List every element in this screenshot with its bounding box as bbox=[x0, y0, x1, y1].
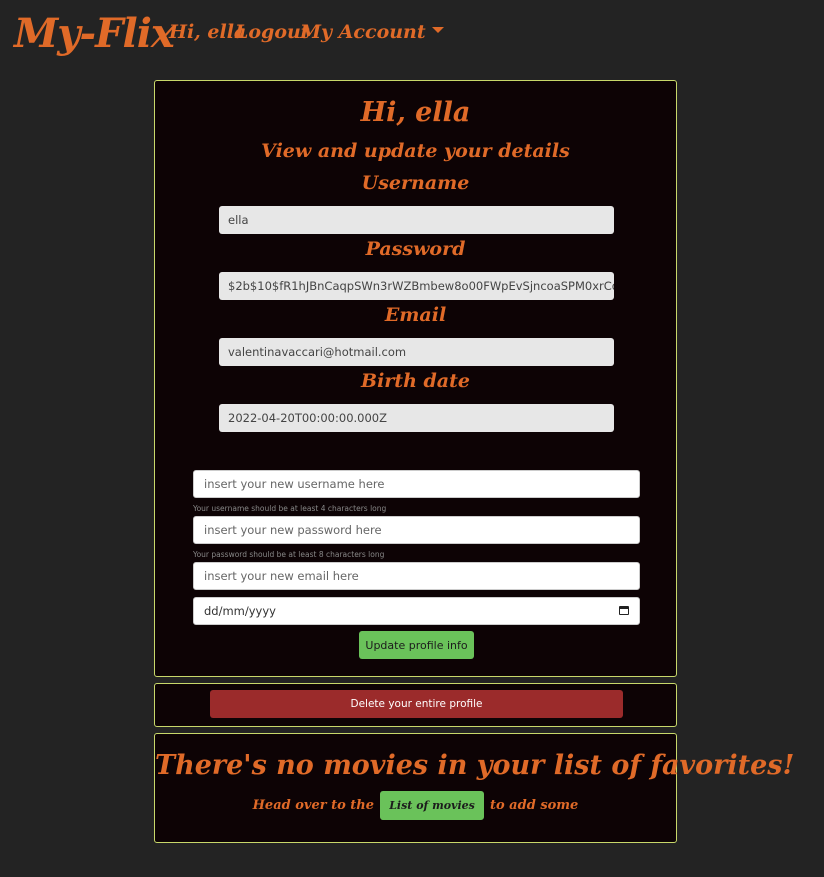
email-value: valentinavaccari@hotmail.com bbox=[219, 338, 614, 366]
delete-profile-card: Delete your entire profile bbox=[154, 683, 677, 727]
profile-subheading: View and update your details bbox=[261, 140, 570, 162]
nav-my-account-dropdown[interactable]: My Account bbox=[300, 21, 444, 43]
calendar-icon[interactable] bbox=[619, 606, 629, 615]
birth-date-placeholder: dd/mm/yyyy bbox=[204, 604, 276, 618]
profile-heading: Hi, ella bbox=[360, 97, 471, 128]
favorites-hint-suffix: to add some bbox=[489, 798, 579, 813]
username-label: Username bbox=[361, 172, 470, 194]
email-label: Email bbox=[384, 304, 447, 326]
username-value: ella bbox=[219, 206, 614, 234]
brand-logo[interactable]: My-Flix bbox=[14, 10, 175, 57]
password-value: $2b$10$fR1hJBnCaqpSWn3rWZBmbew8o00FWpEvS… bbox=[219, 272, 614, 300]
list-of-movies-button[interactable]: List of movies bbox=[380, 791, 484, 820]
favorites-empty-title: There's no movies in your list of favori… bbox=[155, 750, 795, 781]
new-username-input[interactable] bbox=[193, 470, 640, 498]
password-help-text: Your password should be at least 8 chara… bbox=[193, 550, 385, 559]
profile-card: Hi, ella View and update your details Us… bbox=[154, 80, 677, 677]
password-label: Password bbox=[365, 238, 466, 260]
chevron-down-icon bbox=[431, 27, 444, 33]
birth-date-input[interactable]: dd/mm/yyyy bbox=[193, 597, 640, 625]
new-email-input[interactable] bbox=[193, 562, 640, 590]
new-password-input[interactable] bbox=[193, 516, 640, 544]
birth-date-value: 2022-04-20T00:00:00.000Z bbox=[219, 404, 614, 432]
username-help-text: Your username should be at least 4 chara… bbox=[193, 504, 387, 513]
nav-logout-link[interactable]: Logout bbox=[235, 21, 310, 43]
favorites-hint: Head over to the List of movies to add s… bbox=[155, 791, 676, 820]
delete-profile-button[interactable]: Delete your entire profile bbox=[210, 690, 623, 718]
birth-date-label: Birth date bbox=[361, 370, 470, 392]
favorites-hint-prefix: Head over to the bbox=[252, 798, 375, 813]
favorites-card: There's no movies in your list of favori… bbox=[154, 733, 795, 843]
update-profile-button[interactable]: Update profile info bbox=[359, 631, 474, 659]
nav-my-account-label: My Account bbox=[300, 21, 426, 43]
